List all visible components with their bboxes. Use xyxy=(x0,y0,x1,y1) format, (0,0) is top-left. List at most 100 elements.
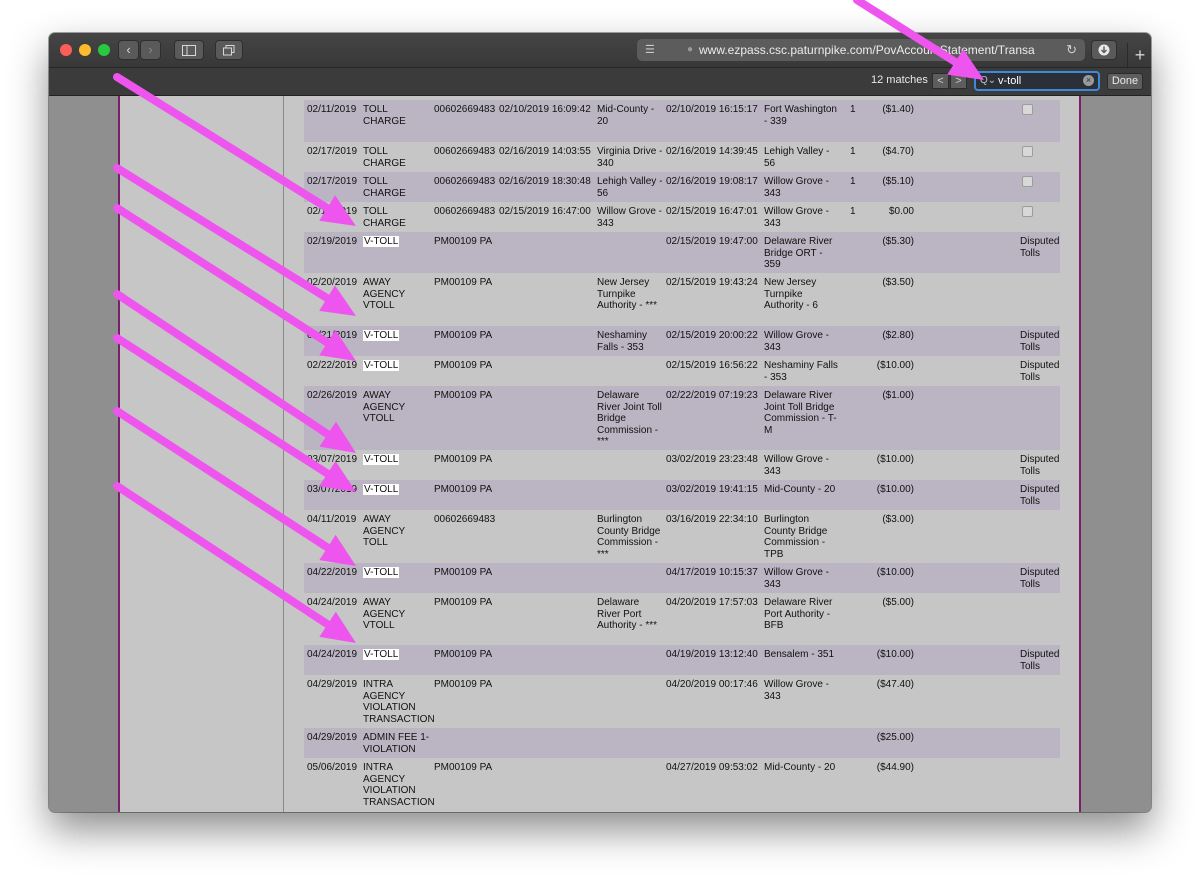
find-previous-button[interactable]: < xyxy=(932,73,949,89)
reader-icon[interactable]: ☰ xyxy=(645,39,655,61)
date-text: 04/24/2019 xyxy=(307,597,358,608)
cell-amount: ($10.00) xyxy=(864,484,914,496)
exit-time-text: 04/17/2019 10:15:37 xyxy=(666,567,758,578)
amount-text: ($5.30) xyxy=(882,236,914,247)
tag-text: PM00109 PA xyxy=(434,597,493,608)
sidebar-button[interactable] xyxy=(174,40,204,60)
cell-type: AWAY AGENCY VTOLL xyxy=(363,277,431,312)
find-next-button[interactable]: > xyxy=(950,73,967,89)
exit-time-text: 04/27/2019 09:53:02 xyxy=(666,762,758,773)
cell-type: ADMIN FEE 1-VIOLATION xyxy=(363,732,431,755)
cell-exit-plaza: Delaware River Port Authority - BFB xyxy=(764,597,838,632)
cell-type: V-TOLL xyxy=(363,330,431,342)
cell-date: 02/19/2019 xyxy=(307,236,362,248)
dispute-checkbox[interactable] xyxy=(1022,206,1033,217)
cell-exit-time: 02/22/2019 07:19:23 xyxy=(666,390,762,402)
cell-date: 02/17/2019 xyxy=(307,176,362,188)
find-input[interactable]: Q⌄ v-toll × xyxy=(974,71,1100,91)
cell-exit-time: 03/02/2019 23:23:48 xyxy=(666,454,762,466)
cell-type: INTRA AGENCY VIOLATION TRANSACTION xyxy=(363,762,435,808)
reload-icon[interactable]: ↻ xyxy=(1066,39,1077,61)
back-button[interactable]: ‹ xyxy=(118,40,139,60)
page-viewport[interactable]: 02/11/2019 TOLL CHARGE 00602669483 02/10/20… xyxy=(49,96,1151,812)
new-tab-button[interactable]: + xyxy=(1127,43,1151,67)
cell-entry-plaza: Neshaminy Falls - 353 xyxy=(597,330,663,353)
amount-text: ($3.50) xyxy=(882,277,914,288)
cell-amount: ($10.00) xyxy=(864,454,914,466)
cell-exit-plaza: Willow Grove - 343 xyxy=(764,176,838,199)
dispute-checkbox[interactable] xyxy=(1022,146,1033,157)
tag-text: PM00109 PA xyxy=(434,277,493,288)
cell-exit-plaza: New Jersey Turnpike Authority - 6 xyxy=(764,277,838,312)
cell-tag: PM00109 PA xyxy=(434,649,498,661)
exit-plaza-text: Mid-County - 20 xyxy=(764,762,836,773)
address-bar[interactable]: ☰ ● www.ezpass.csc.paturnpike.com/PovAcc… xyxy=(637,39,1085,61)
cell-tag: PM00109 PA xyxy=(434,236,498,248)
find-done-button[interactable]: Done xyxy=(1107,73,1143,90)
cell-date: 04/29/2019 xyxy=(307,732,362,744)
entry-plaza-text: Delaware River Port Authority - *** xyxy=(597,597,658,631)
amount-text: ($1.00) xyxy=(882,390,914,401)
table-row: 03/07/2019 V-TOLL PM00109 PA 03/02/2019 19:… xyxy=(304,480,1060,510)
table-row: 04/29/2019 ADMIN FEE 1-VIOLATION ($25.00) xyxy=(304,728,1060,758)
exit-plaza-text: Bensalem - 351 xyxy=(764,649,835,660)
cell-exit-plaza: Burlington County Bridge Commission - TP… xyxy=(764,514,838,560)
type-text: TOLL CHARGE xyxy=(363,206,406,229)
tag-text: 00602669483 xyxy=(434,176,496,187)
lock-icon: ● xyxy=(687,44,694,55)
entry-plaza-text: Delaware River Joint Toll Bridge Commiss… xyxy=(597,390,662,447)
zoom-window-button[interactable] xyxy=(98,44,110,56)
amount-text: ($10.00) xyxy=(876,360,914,371)
date-text: 03/07/2019 xyxy=(307,454,358,465)
downloads-button[interactable] xyxy=(1091,40,1117,60)
cell-tag: PM00109 PA xyxy=(434,454,498,466)
cell-class: 1 xyxy=(850,146,862,158)
dispute-checkbox[interactable] xyxy=(1022,176,1033,187)
close-window-button[interactable] xyxy=(60,44,72,56)
cell-status: Disputed Tolls xyxy=(1020,360,1064,383)
cell-date: 04/11/2019 xyxy=(307,514,362,526)
dispute-checkbox[interactable] xyxy=(1022,104,1033,115)
entry-plaza-text: Neshaminy Falls - 353 xyxy=(597,330,648,353)
date-text: 04/11/2019 xyxy=(307,514,357,525)
cell-exit-time: 02/16/2019 19:08:17 xyxy=(666,176,762,188)
find-match-highlight: V-TOLL xyxy=(363,649,400,660)
table-row: 04/11/2019 AWAY AGENCY TOLL 00602669483 Bur… xyxy=(304,510,1060,563)
tag-text: 00602669483 xyxy=(434,206,496,217)
exit-time-text: 03/02/2019 19:41:15 xyxy=(666,484,758,495)
cell-type: V-TOLL xyxy=(363,649,431,661)
cell-date: 05/06/2019 xyxy=(307,762,362,774)
exit-time-text: 02/22/2019 07:19:23 xyxy=(666,390,758,401)
cell-exit-time: 03/16/2019 22:34:10 xyxy=(666,514,762,526)
cell-exit-time: 02/15/2019 19:43:24 xyxy=(666,277,762,289)
tab-overview-button[interactable] xyxy=(215,40,243,60)
clear-icon[interactable]: × xyxy=(1083,75,1094,86)
type-text: ADMIN FEE 1-VIOLATION xyxy=(363,732,430,755)
amount-text: ($3.00) xyxy=(882,514,914,525)
table-row: 02/17/2019 TOLL CHARGE 00602669483 02/16/20… xyxy=(304,172,1060,202)
exit-plaza-text: Delaware River Bridge ORT - 359 xyxy=(764,236,833,270)
cell-amount: ($5.30) xyxy=(864,236,914,248)
table-row: 04/24/2019 V-TOLL PM00109 PA 04/19/2019 13:… xyxy=(304,645,1060,675)
tabs-icon xyxy=(223,45,235,56)
cell-date: 04/29/2019 xyxy=(307,679,362,691)
tag-text: PM00109 PA xyxy=(434,236,493,247)
forward-button[interactable]: › xyxy=(140,40,161,60)
table-row: 02/26/2019 AWAY AGENCY VTOLL PM00109 PA Del… xyxy=(304,386,1060,450)
find-bar: 12 matches < > Q⌄ v-toll × Done xyxy=(49,68,1151,96)
minimize-window-button[interactable] xyxy=(79,44,91,56)
exit-time-text: 03/16/2019 22:34:10 xyxy=(666,514,758,525)
cell-type: V-TOLL xyxy=(363,484,431,496)
tag-text: PM00109 PA xyxy=(434,390,493,401)
cell-exit-time: 02/15/2019 16:56:22 xyxy=(666,360,762,372)
tag-text: PM00109 PA xyxy=(434,762,493,773)
type-text: INTRA AGENCY VIOLATION TRANSACTION xyxy=(363,762,435,808)
tag-text: PM00109 PA xyxy=(434,567,493,578)
exit-time-text: 02/16/2019 14:39:45 xyxy=(666,146,758,157)
date-text: 02/17/2019 xyxy=(307,146,358,157)
cell-date: 02/22/2019 xyxy=(307,360,362,372)
cell-exit-time: 02/15/2019 20:00:22 xyxy=(666,330,762,342)
find-match-highlight: V-TOLL xyxy=(363,484,400,495)
cell-exit-plaza: Willow Grove - 343 xyxy=(764,330,838,353)
cell-entry-plaza: Mid-County - 20 xyxy=(597,104,663,127)
